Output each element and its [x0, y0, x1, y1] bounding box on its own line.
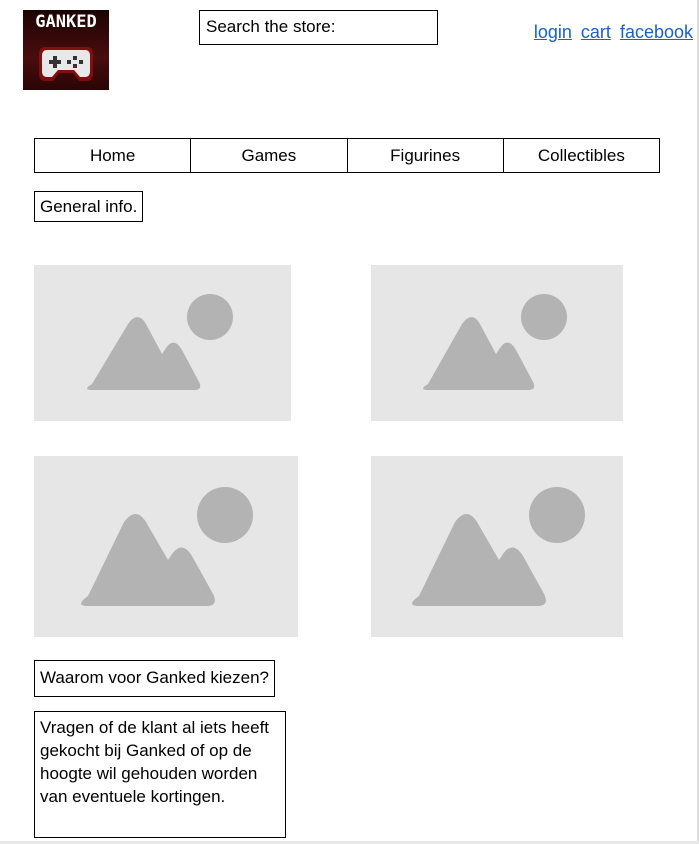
search-input[interactable]: Search the store: [199, 10, 438, 45]
image-placeholder-icon [423, 294, 567, 390]
product-image-2[interactable] [371, 265, 623, 421]
image-placeholder-icon [412, 487, 585, 606]
nav-item-collectibles[interactable]: Collectibles [504, 139, 659, 172]
product-image-1[interactable] [34, 265, 291, 421]
nav-item-games[interactable]: Games [191, 139, 348, 172]
login-link[interactable]: login [534, 22, 572, 42]
gamepad-icon [39, 47, 93, 81]
product-image-3[interactable] [34, 456, 298, 637]
ganked-logo[interactable]: GANKED [23, 10, 109, 90]
cart-link[interactable]: cart [581, 22, 611, 42]
nav-item-figurines[interactable]: Figurines [348, 139, 504, 172]
logo-text: GANKED [35, 12, 97, 32]
top-links: login cart facebook [530, 22, 693, 43]
nav-item-home[interactable]: Home [35, 139, 192, 172]
why-ganked-heading: Waarom voor Ganked kiezen? [34, 660, 275, 697]
product-image-4[interactable] [371, 456, 623, 637]
image-placeholder-icon [87, 294, 233, 390]
main-nav: Home Games Figurines Collectibles [34, 138, 660, 173]
general-info-button[interactable]: General info. [34, 191, 144, 222]
why-ganked-text: Vragen of de klant al iets heeft gekocht… [34, 711, 286, 838]
image-placeholder-icon [81, 487, 253, 606]
facebook-link[interactable]: facebook [620, 22, 693, 42]
